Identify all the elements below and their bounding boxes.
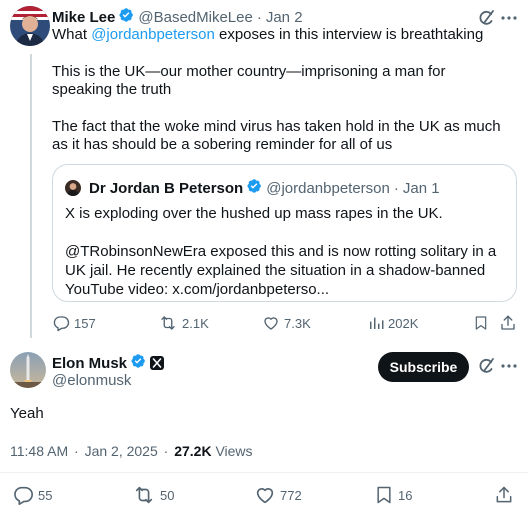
- like-count: 7.3K: [284, 315, 311, 331]
- share-button[interactable]: [494, 485, 514, 505]
- subscribe-button[interactable]: Subscribe: [378, 352, 469, 382]
- main-handle[interactable]: @elonmusk: [52, 372, 131, 389]
- parent-text-suffix: exposes in this interview is breathtakin…: [214, 26, 484, 43]
- like-count: 772: [280, 487, 302, 503]
- verified-badge-icon: [246, 178, 262, 198]
- like-icon: [264, 317, 278, 330]
- repost-button[interactable]: 50: [132, 485, 174, 505]
- main-tweet-metadata: 11:48 AM · Jan 2, 2025 · 27.2K Views: [10, 443, 253, 459]
- dot-separator: ·: [256, 8, 262, 26]
- like-button[interactable]: 7.3K: [262, 313, 311, 333]
- share-icon: [496, 486, 512, 503]
- bookmark-icon: [475, 316, 487, 330]
- quote-author-name: Dr Jordan B Peterson: [89, 179, 244, 197]
- verified-badge-icon: [118, 7, 134, 27]
- parent-tweet-header: Mike Lee @BasedMikeLee · Jan 2: [52, 7, 478, 27]
- repost-icon: [161, 316, 175, 330]
- main-tweet-header: Elon Musk: [52, 353, 165, 373]
- main-action-bar: 55 50 772 16: [0, 484, 528, 506]
- parent-tweet-text: What @jordanbpeterson exposes in this in…: [52, 26, 508, 155]
- parent-author-name[interactable]: Mike Lee: [52, 9, 115, 26]
- quoted-tweet-card[interactable]: Dr Jordan B Peterson @jordanbpeterson · …: [52, 164, 517, 302]
- dot-separator: ·: [393, 179, 399, 197]
- reply-icon: [53, 316, 70, 332]
- share-icon: [501, 315, 515, 330]
- parent-paragraph-2: This is the UK—our mother country—impris…: [52, 62, 446, 99]
- views-button[interactable]: 202K: [368, 313, 418, 333]
- reply-count: 55: [38, 487, 53, 503]
- parent-action-bar: 157 2.1K 7.3K 202K: [52, 313, 518, 333]
- reply-count: 157: [74, 315, 96, 331]
- bookmark-button[interactable]: [473, 313, 489, 333]
- like-icon: [256, 488, 274, 504]
- parent-paragraph-3: The fact that the woke mind virus has ta…: [52, 117, 501, 154]
- tweet-time[interactable]: 11:48 AM: [10, 443, 68, 459]
- grok-icon[interactable]: [477, 357, 495, 380]
- like-button[interactable]: 772: [254, 485, 302, 505]
- views-icon: [370, 317, 384, 329]
- bookmark-icon: [377, 486, 391, 504]
- reply-button[interactable]: 157: [52, 313, 96, 333]
- verified-badge-icon: [130, 353, 146, 373]
- repost-button[interactable]: 2.1K: [158, 313, 209, 333]
- parent-handle[interactable]: @BasedMikeLee: [138, 9, 252, 26]
- main-tweet-text: Yeah: [10, 405, 44, 422]
- tweet-date[interactable]: Jan 2, 2025: [85, 443, 158, 459]
- more-icon[interactable]: [500, 357, 518, 380]
- reply-icon: [14, 486, 33, 505]
- quote-paragraph-2: @TRobinsonNewEra exposed this and is now…: [65, 243, 497, 298]
- mention-link[interactable]: @jordanbpeterson: [91, 26, 215, 43]
- main-author-name[interactable]: Elon Musk: [52, 355, 127, 372]
- views-count: 202K: [388, 315, 419, 331]
- elon-musk-avatar[interactable]: [10, 352, 46, 388]
- quote-handle: @jordanbpeterson: [266, 179, 390, 197]
- views-total: 27.2K: [174, 443, 212, 459]
- bookmark-count: 16: [398, 487, 413, 503]
- repost-count: 50: [160, 487, 175, 503]
- jordan-peterson-avatar: [65, 180, 81, 196]
- quote-date: Jan 1: [402, 179, 440, 197]
- dot-separator: ·: [163, 443, 169, 459]
- dot-separator: ·: [74, 443, 79, 459]
- views-label: Views: [211, 443, 253, 459]
- bookmark-button[interactable]: 16: [374, 485, 412, 505]
- parent-paragraph-1: What @jordanbpeterson exposes in this in…: [52, 26, 508, 45]
- parent-text-prefix: What: [52, 26, 92, 43]
- share-button[interactable]: [499, 313, 517, 333]
- x-affiliate-icon[interactable]: [150, 356, 165, 370]
- reply-button[interactable]: 55: [12, 485, 52, 505]
- quoted-tweet-header: Dr Jordan B Peterson @jordanbpeterson · …: [65, 178, 440, 198]
- quote-paragraph-1: X is exploding over the hushed up mass r…: [65, 205, 443, 222]
- divider: [0, 472, 528, 473]
- thread-connector: [30, 54, 32, 338]
- quoted-tweet-text: X is exploding over the hushed up mass r…: [65, 204, 510, 299]
- repost-count: 2.1K: [182, 315, 209, 331]
- parent-date[interactable]: Jan 2: [266, 9, 303, 26]
- mike-lee-avatar[interactable]: [10, 6, 50, 46]
- repost-icon: [135, 486, 153, 504]
